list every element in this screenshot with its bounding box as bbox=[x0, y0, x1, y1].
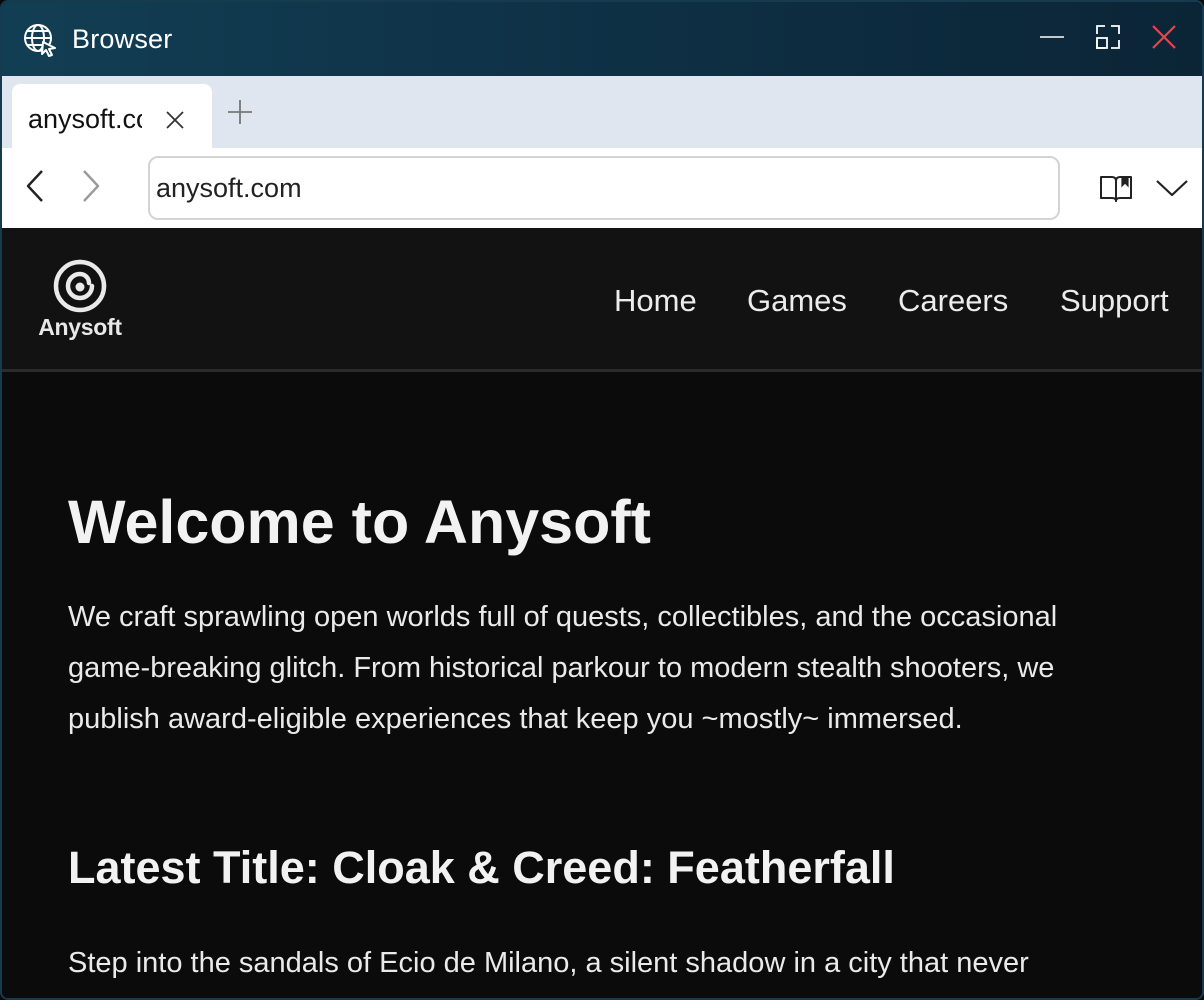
latest-title-description: Step into the sandals of Ecio de Milano,… bbox=[68, 947, 1029, 979]
browser-window: Browser anysoft.com bbox=[0, 0, 1204, 1000]
x-icon[interactable] bbox=[164, 109, 186, 131]
nav-games[interactable]: Games bbox=[747, 283, 847, 319]
chevron-right-icon[interactable] bbox=[76, 168, 106, 204]
close-icon[interactable] bbox=[1149, 22, 1179, 52]
tab-strip: anysoft.com bbox=[2, 76, 1202, 148]
maximize-icon[interactable] bbox=[1093, 22, 1123, 52]
hero-title: Welcome to Anysoft bbox=[68, 488, 651, 556]
anysoft-logo[interactable]: Anysoft bbox=[34, 258, 126, 340]
latest-title-heading: Latest Title: Cloak & Creed: Featherfall bbox=[68, 842, 895, 893]
book-icon[interactable] bbox=[1098, 172, 1134, 204]
web-page: Anysoft Home Games Careers Support Welco… bbox=[2, 228, 1202, 998]
nav-home[interactable]: Home bbox=[614, 283, 697, 319]
plus-icon[interactable] bbox=[226, 98, 254, 126]
address-bar[interactable] bbox=[148, 156, 1060, 220]
logo-text: Anysoft bbox=[38, 314, 122, 340]
tab-anysoft[interactable]: anysoft.com bbox=[12, 84, 212, 148]
minimize-icon[interactable] bbox=[1037, 22, 1067, 52]
swirl-logo-icon bbox=[53, 259, 107, 313]
hero-intro: We craft sprawling open worlds full of q… bbox=[68, 601, 1058, 735]
nav-support[interactable]: Support bbox=[1060, 283, 1169, 319]
chevron-down-icon[interactable] bbox=[1154, 176, 1190, 200]
navigation-bar bbox=[2, 148, 1202, 228]
globe-cursor-icon bbox=[24, 24, 56, 57]
chevron-left-icon[interactable] bbox=[20, 168, 50, 204]
nav-careers[interactable]: Careers bbox=[898, 283, 1008, 319]
window-title: Browser bbox=[72, 24, 173, 54]
tab-title: anysoft.com bbox=[28, 104, 142, 134]
site-header: Anysoft Home Games Careers Support bbox=[2, 228, 1202, 372]
url-input[interactable] bbox=[156, 168, 1036, 208]
title-bar: Browser bbox=[2, 2, 1202, 76]
